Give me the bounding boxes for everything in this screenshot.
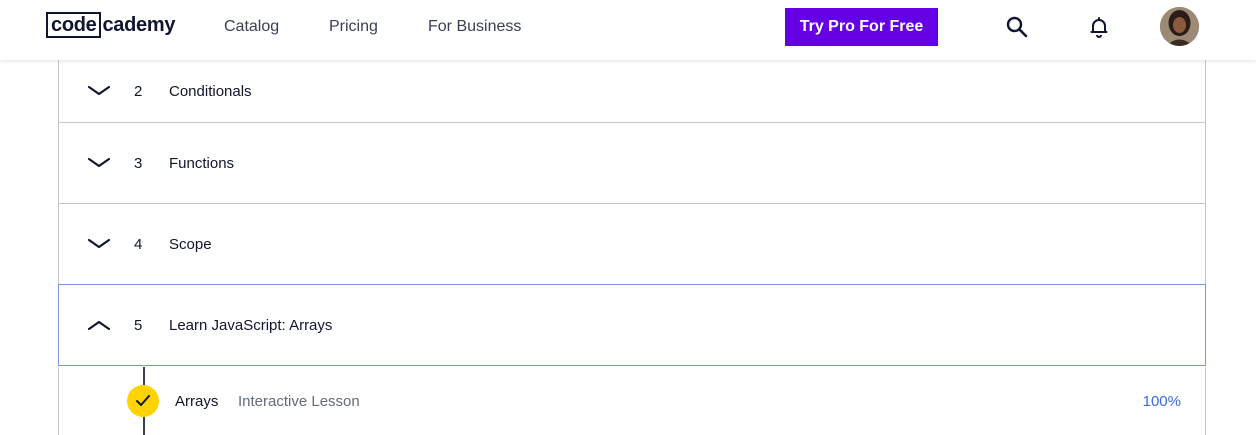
codecademy-logo[interactable]: code cademy [46,12,175,38]
module-number: 4 [134,235,143,253]
module-title: Functions [169,154,235,172]
module-number: 5 [134,316,143,334]
lesson-title-link[interactable]: Arrays [175,393,218,410]
completed-check-icon [127,385,159,417]
top-navigation-bar: code cademy Catalog Pricing For Business… [0,0,1256,60]
nav-catalog-link[interactable]: Catalog [224,18,279,36]
search-icon[interactable] [1004,14,1030,40]
chevron-up-icon [88,318,110,332]
module-title: Conditionals [169,82,252,100]
logo-code-box: code [46,12,102,38]
lesson-type-label: Interactive Lesson [238,393,360,410]
module-row-arrays[interactable]: 5 Learn JavaScript: Arrays [58,284,1206,366]
module-row-conditionals[interactable]: 2 Conditionals [58,60,1206,123]
try-pro-button[interactable]: Try Pro For Free [785,8,938,46]
module-title: Learn JavaScript: Arrays [169,316,333,334]
nav-pricing-link[interactable]: Pricing [329,18,378,36]
syllabus-accordion: 2 Conditionals 3 Functions 4 Scope 5 Lea… [58,60,1206,366]
lesson-list: Arrays Interactive Lesson 100% [58,367,1206,435]
chevron-down-icon [88,156,110,170]
chevron-down-icon [88,237,110,251]
nav-for-business-link[interactable]: For Business [428,18,521,36]
module-number: 2 [134,82,143,100]
avatar[interactable] [1160,7,1199,46]
module-title: Scope [169,235,212,253]
module-row-functions[interactable]: 3 Functions [58,123,1206,204]
bell-icon[interactable] [1086,14,1112,40]
module-row-scope[interactable]: 4 Scope [58,204,1206,285]
module-number: 3 [134,154,143,172]
chevron-down-icon [88,84,110,98]
logo-cademy-text: cademy [102,14,176,36]
lesson-progress-percent: 100% [1142,393,1181,410]
